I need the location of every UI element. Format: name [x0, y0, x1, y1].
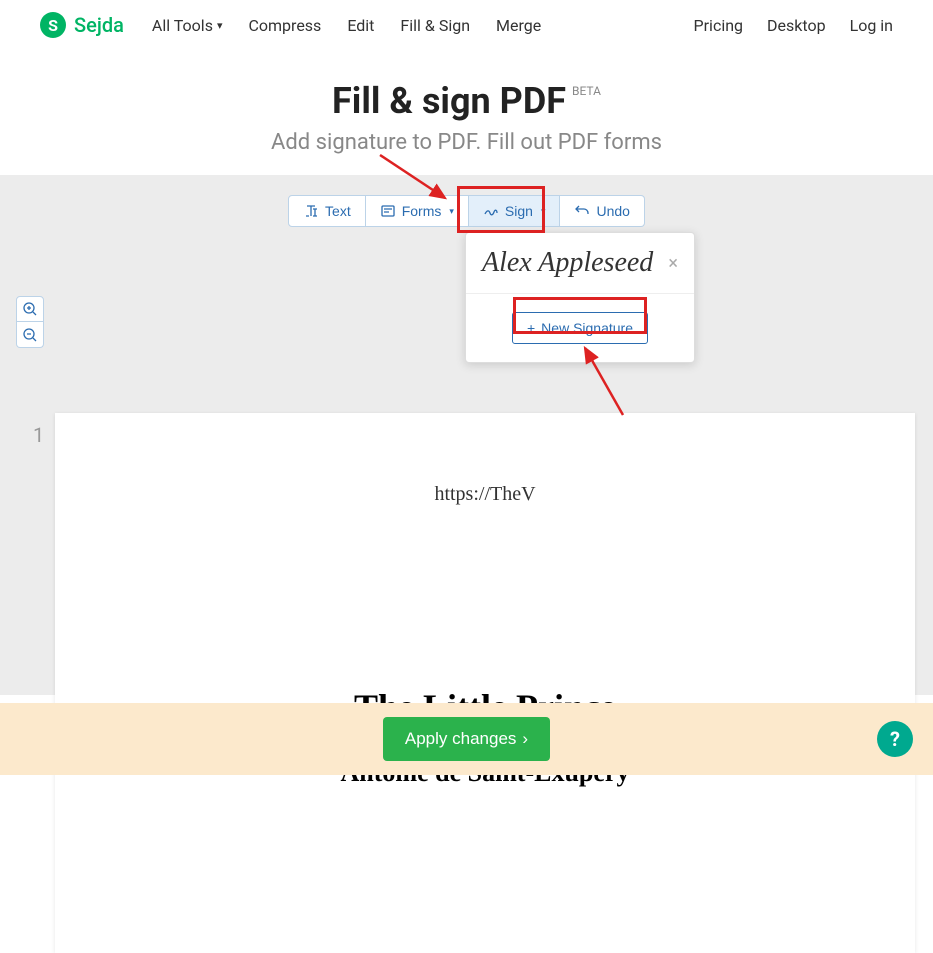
apply-changes-button[interactable]: Apply changes ›	[383, 717, 550, 761]
tool-undo-button[interactable]: Undo	[560, 195, 644, 227]
header: S Sejda All Tools ▾ Compress Edit Fill &…	[0, 0, 933, 50]
nav-edit[interactable]: Edit	[347, 16, 374, 35]
pdf-page[interactable]: https://TheV The Little Prince Antoine d…	[55, 413, 915, 953]
zoom-controls	[16, 296, 44, 348]
zoom-out-icon	[22, 327, 38, 343]
caret-down-icon: ▾	[541, 206, 546, 217]
tool-forms-label: Forms	[402, 203, 442, 219]
signature-preview[interactable]: Alex Appleseed	[482, 247, 653, 279]
tool-text-label: Text	[325, 203, 351, 219]
text-icon	[303, 203, 319, 219]
nav-all-tools[interactable]: All Tools ▾	[152, 16, 223, 35]
hero: Fill & sign PDF BETA Add signature to PD…	[0, 50, 933, 175]
undo-icon	[574, 203, 590, 219]
arrow-annotation-2	[575, 340, 630, 420]
signature-icon	[483, 203, 499, 219]
tool-text-button[interactable]: Text	[288, 195, 366, 227]
new-signature-label: New Signature	[541, 320, 633, 336]
footer: Apply changes ›	[0, 703, 933, 775]
caret-down-icon: ▾	[449, 206, 454, 217]
nav-pricing[interactable]: Pricing	[694, 16, 744, 35]
nav-fill-sign[interactable]: Fill & Sign	[400, 16, 470, 35]
page-number: 1	[33, 423, 44, 447]
zoom-in-button[interactable]	[16, 296, 44, 322]
tool-undo-label: Undo	[596, 203, 629, 219]
nav-login[interactable]: Log in	[850, 16, 893, 35]
arrow-annotation-1	[375, 150, 455, 205]
nav-primary: All Tools ▾ Compress Edit Fill & Sign Me…	[152, 16, 541, 35]
chevron-down-icon: ▾	[217, 19, 223, 32]
pdf-url-text: https://TheV	[95, 483, 875, 506]
nav-desktop[interactable]: Desktop	[767, 16, 826, 35]
zoom-in-icon	[22, 301, 38, 317]
header-right: Pricing Desktop Log in	[694, 16, 893, 35]
beta-badge: BETA	[572, 84, 601, 98]
logo-icon: S	[40, 12, 66, 38]
toolbar: Text Forms ▾ Sign ▾ Undo	[0, 195, 933, 227]
logo-text: Sejda	[74, 13, 124, 37]
nav-all-tools-label: All Tools	[152, 16, 213, 35]
logo[interactable]: S Sejda	[40, 12, 124, 38]
close-icon[interactable]: ×	[668, 253, 678, 274]
form-icon	[380, 203, 396, 219]
page-title: Fill & sign PDF BETA	[332, 80, 601, 122]
tool-sign-label: Sign	[505, 203, 533, 219]
nav-compress[interactable]: Compress	[248, 16, 321, 35]
page-title-text: Fill & sign PDF	[332, 80, 566, 122]
zoom-out-button[interactable]	[16, 322, 44, 348]
page-subtitle: Add signature to PDF. Fill out PDF forms	[0, 130, 933, 155]
help-button[interactable]: ?	[877, 721, 913, 757]
tool-sign-button[interactable]: Sign ▾	[469, 195, 561, 227]
apply-label: Apply changes	[405, 729, 517, 749]
chevron-right-icon: ›	[522, 729, 528, 749]
plus-icon: +	[527, 320, 535, 336]
header-left: S Sejda All Tools ▾ Compress Edit Fill &…	[40, 12, 541, 38]
nav-merge[interactable]: Merge	[496, 16, 541, 35]
sign-popup-header: Alex Appleseed ×	[466, 233, 694, 294]
